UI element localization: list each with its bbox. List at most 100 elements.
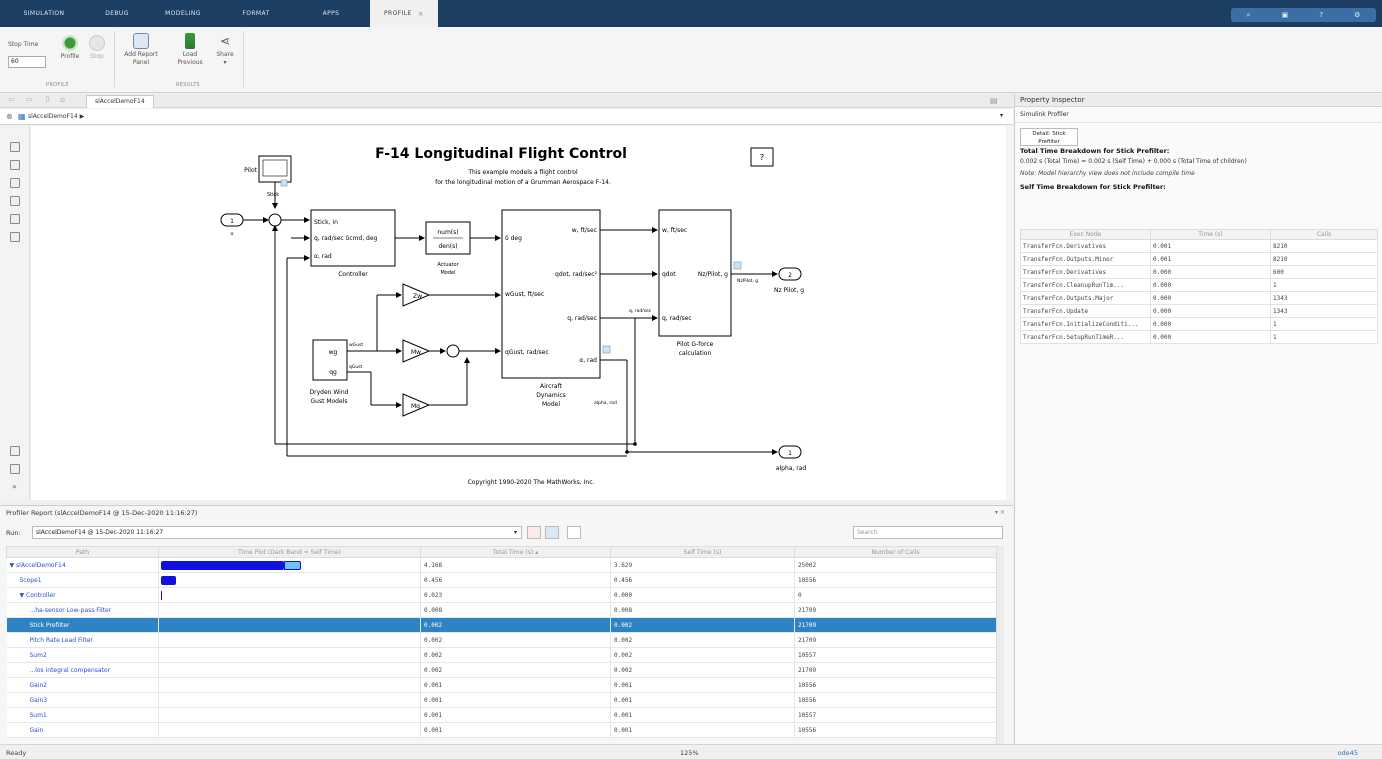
table-row[interactable]: TransferFcn.Update 0.000 1343 [1020,304,1378,318]
tab-debug[interactable]: DEBUG [88,0,146,27]
path-cell[interactable]: ▼ Controller [6,587,159,603]
search-input[interactable]: Search [853,526,1003,539]
fit-view-icon[interactable] [10,160,20,170]
help-block-label: ? [760,153,764,162]
table-row[interactable]: Stick Prefilter 0.002 0.002 21709 [6,617,997,633]
table-row[interactable]: Scope1 0.456 0.456 10556 [6,572,997,588]
table-cell: 8210 [1270,239,1378,253]
path-cell[interactable]: ▼ slAccelDemoF14 [6,557,159,573]
profile-button[interactable]: Profile [56,35,84,61]
stop-button[interactable]: Stop [86,35,108,61]
settings-icon[interactable]: ⚙ [1354,11,1360,19]
path-cell[interactable]: Sum1 [6,707,159,723]
total-time-line: 0.002 s (Total Time) = 0.002 s (Self Tim… [1020,158,1247,165]
expand-icon[interactable]: » [12,482,17,491]
close-icon[interactable]: × [418,10,424,18]
table-row[interactable]: Gain2 0.001 0.001 10556 [6,677,997,693]
column-header[interactable]: Number of Calls [794,546,997,558]
path-cell[interactable]: Gain2 [6,677,159,693]
time-plot-cell [158,677,421,693]
up-arrow-icon[interactable]: ⇧ [44,95,51,104]
tab-modeling[interactable]: MODELING [146,0,220,27]
table-row[interactable]: ...los integral compensator 0.002 0.002 217… [6,662,997,678]
path-cell[interactable]: Pitch Rate Lead Filter [6,632,159,648]
image-icon[interactable] [10,214,20,224]
run-select[interactable]: slAccelDemoF14 @ 15-Dec-2020 11:16:27 ▾ [32,526,522,539]
table-row[interactable]: TransferFcn.Outputs.Major 0.000 1343 [1020,291,1378,305]
table-row[interactable]: Gain3 0.001 0.001 10556 [6,692,997,708]
table-row[interactable]: Sum1 0.001 0.001 10557 [6,707,997,723]
arrow-icon[interactable] [10,178,20,188]
table-row[interactable]: TransferFcn.Derivatives 0.001 8210 [1020,239,1378,253]
model-browser-icon[interactable] [10,464,20,474]
forward-arrow-icon[interactable]: ⇨ [26,95,33,104]
detail-tab[interactable]: Detail: Stick Prefilter [1020,128,1078,146]
load-previous-button[interactable]: Load Previous [170,33,210,67]
clear-icon[interactable] [527,526,541,539]
tab-apps[interactable]: APPS [292,0,370,27]
chevron-down-icon[interactable]: ▾ [1000,112,1003,119]
path-cell[interactable]: Gain3 [6,692,159,708]
column-header[interactable]: Path [6,546,159,558]
table-row[interactable]: ▼ Controller 0.023 0.000 0 [6,587,997,603]
path-cell[interactable]: Stick Prefilter [6,617,159,633]
highlight-icon[interactable] [545,526,559,539]
close-icon[interactable]: ▾ × [995,509,1005,516]
home-icon[interactable]: ⌂ [60,95,65,104]
annotation-icon[interactable] [10,196,20,206]
time-plot-cell [158,602,421,618]
table-row[interactable]: TransferFcn.InitializeConditi... 0.000 1 [1020,317,1378,331]
add-report-panel-button[interactable]: Add Report Panel [118,33,164,67]
panel-toggle-icon[interactable]: ▤ [990,96,998,105]
column-header[interactable]: Time Plot (Dark Band = Self Time) [158,546,421,558]
expand-all-icon[interactable] [567,526,581,539]
breadcrumb[interactable]: slAccelDemoF14 ▶ [28,113,84,120]
area-icon[interactable] [10,232,20,242]
path-cell[interactable]: ...ha-sensor Low-pass Filter [6,602,159,618]
self-time-bar [161,576,176,585]
sum-block[interactable] [268,213,282,227]
table-row[interactable]: TransferFcn.Derivatives 0.000 600 [1020,265,1378,279]
tab-simulation[interactable]: SIMULATION [0,0,88,27]
chevron-down-icon[interactable]: ▾ [212,59,238,67]
table-row[interactable]: Gain 0.001 0.001 10556 [6,722,997,738]
share-button[interactable]: ⋖ Share ▾ [212,33,238,67]
column-header[interactable]: Self Time (s) [610,546,795,558]
table-row[interactable]: Pitch Rate Lead Filter 0.002 0.002 21709 [6,632,997,648]
help-icon[interactable]: ? [1319,11,1323,19]
tab-format[interactable]: FORMAT [220,0,292,27]
table-row[interactable]: TransferFcn.SetupRunTimeR... 0.000 1 [1020,330,1378,344]
path-cell[interactable]: Sum2 [6,647,159,663]
tab-profile[interactable]: PROFILE × [370,0,438,27]
table-row[interactable]: ...ha-sensor Low-pass Filter 0.008 0.008 21… [6,602,997,618]
table-cell: TransferFcn.Update [1020,304,1151,318]
model-canvas[interactable]: F-14 Longitudinal Flight Control This ex… [31,126,1007,500]
address-bar[interactable]: ⊗ ▦ slAccelDemoF14 ▶ ▾ [0,109,1013,125]
table-row[interactable]: TransferFcn.Outputs.Minor 0.001 8210 [1020,252,1378,266]
back-arrow-icon[interactable]: ⇦ [8,95,15,104]
model-tab[interactable]: slAccelDemoF14 [86,95,154,108]
column-header[interactable]: Time (s) [1150,229,1271,240]
canvas-scrollbar[interactable] [1006,126,1013,500]
column-header[interactable]: Exec Node [1020,229,1151,240]
stop-time-input[interactable]: 60 [8,56,46,68]
path-cell[interactable]: ...los integral compensator [6,662,159,678]
column-header[interactable]: Calls [1270,229,1378,240]
simulink-window: SIMULATION DEBUG MODELING FORMAT APPS PR… [0,0,1382,759]
path-cell[interactable]: Scope1 [6,572,159,588]
camera-icon[interactable] [10,446,20,456]
table-row[interactable]: Sum2 0.002 0.002 10557 [6,647,997,663]
table-row[interactable]: TransferFcn.CleanupRunTim... 0.000 1 [1020,278,1378,292]
search-documentation-icon[interactable]: ⌕ [1247,11,1251,20]
quick-access-toolbar[interactable]: ⌕ ▣ ? ⚙ [1231,8,1376,22]
save-icon[interactable]: ▣ [1282,11,1289,19]
path-cell[interactable]: Gain [6,722,159,738]
sum-block[interactable] [446,344,460,358]
hide-explorer-icon[interactable]: ⊗ [6,112,13,121]
report-scrollbar[interactable] [996,546,1004,744]
aircraft-port: qdot, rad/sec² [555,271,598,278]
zoom-icon[interactable] [10,142,20,152]
column-header[interactable]: Total Time (s) ▴ [420,546,611,558]
table-row[interactable]: ▼ slAccelDemoF14 4.168 3.629 25002 [6,557,997,573]
solver-link[interactable]: ode45 [1338,749,1358,757]
